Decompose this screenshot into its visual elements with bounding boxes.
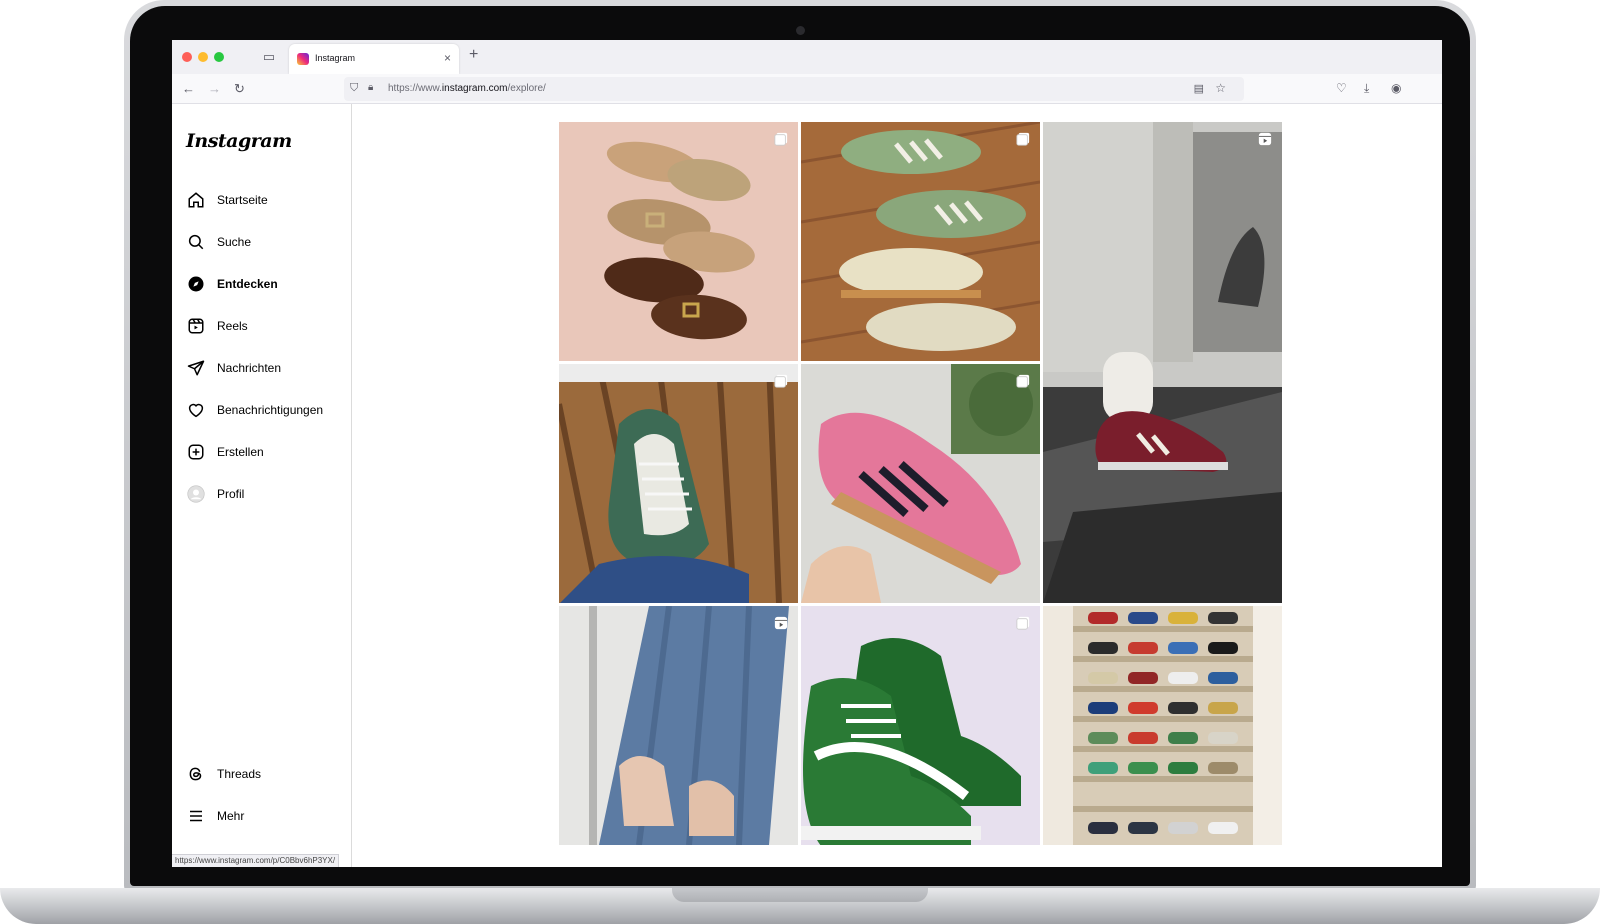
sidebar-item-label: Entdecken (217, 277, 278, 291)
sidebar-item-reels[interactable]: Reels (186, 311, 346, 341)
instagram-logo[interactable]: Instagram (186, 130, 292, 152)
sidebar-item-label: Mehr (217, 809, 245, 823)
reader-view-icon[interactable]: ▤ (1194, 82, 1204, 95)
explore-post[interactable] (559, 606, 798, 845)
carousel-icon (1016, 616, 1030, 630)
explore-post[interactable] (801, 122, 1040, 361)
sidebar-item-label: Startseite (217, 193, 268, 207)
post-image-bench-sneaker (559, 364, 798, 603)
carousel-icon (774, 132, 788, 146)
new-tab-icon[interactable]: + (469, 46, 478, 64)
post-image-jeans (559, 606, 798, 845)
explore-post[interactable] (801, 364, 1040, 603)
sidebar-item-label: Erstellen (217, 445, 264, 459)
sidebar-item-label: Suche (217, 235, 252, 249)
back-icon[interactable]: ← (182, 81, 195, 97)
zoom-window-button[interactable] (214, 52, 224, 62)
url-bar[interactable]: ⛉ 🔒︎ https://www.instagram.com/explore/ … (344, 77, 1244, 101)
sidebar-item-threads[interactable]: Threads (186, 759, 346, 789)
sidebar-item-search[interactable]: Suche (186, 227, 346, 257)
sidebar-item-label: Threads (217, 767, 262, 781)
instagram-page: Instagram Startseite Suche Entdecken Ree… (172, 104, 1442, 867)
status-url: https://www.instagram.com/p/C0Bbv6hP3YX/ (172, 854, 340, 867)
sidebar-item-explore[interactable]: Entdecken (186, 269, 346, 299)
tab-instagram[interactable]: Instagram × (289, 44, 459, 74)
carousel-icon (1016, 374, 1030, 388)
url-text[interactable]: https://www.instagram.com/explore/ (388, 83, 546, 94)
minimize-window-button[interactable] (198, 52, 208, 62)
avatar (186, 484, 206, 504)
post-image-staircase (1043, 606, 1282, 845)
explore-icon (186, 274, 206, 294)
post-image-sneakers-floor (801, 122, 1040, 361)
sidebar: Instagram Startseite Suche Entdecken Ree… (172, 104, 352, 867)
carousel-icon (774, 374, 788, 388)
tab-bar: ▭ Instagram × + (172, 40, 1442, 74)
messages-icon (186, 358, 206, 378)
tab-title: Instagram (315, 53, 356, 63)
download-icon[interactable]: ⤓ (1364, 81, 1369, 96)
sidebar-item-label: Reels (217, 319, 248, 333)
lock-icon[interactable]: 🔒︎ (368, 82, 373, 93)
webcam (796, 26, 805, 35)
shield-icon[interactable]: ⛉ (350, 82, 358, 95)
account-icon[interactable]: ◉ (1391, 81, 1401, 95)
sidebar-item-more[interactable]: Mehr (186, 801, 346, 831)
explore-post[interactable] (801, 606, 1040, 845)
close-window-button[interactable] (182, 52, 192, 62)
carousel-icon (1016, 132, 1030, 146)
threads-icon (186, 764, 206, 784)
explore-post[interactable] (559, 122, 798, 361)
reels-icon (186, 316, 206, 336)
post-image-pink-sneaker (801, 364, 1040, 603)
laptop-notch (672, 888, 928, 902)
create-icon (186, 442, 206, 462)
reel-icon (774, 616, 788, 630)
explore-post[interactable] (1043, 606, 1282, 845)
sidebar-item-messages[interactable]: Nachrichten (186, 353, 346, 383)
tab-list-icon[interactable]: ▭ (260, 48, 278, 66)
home-icon (186, 190, 206, 210)
search-icon (186, 232, 206, 252)
menu-icon (186, 806, 206, 826)
post-image-clogs (559, 122, 798, 361)
sidebar-item-home[interactable]: Startseite (186, 185, 346, 215)
instagram-favicon-icon (297, 53, 309, 65)
close-tab-icon[interactable]: × (444, 51, 451, 65)
nav-bar: ← → ↻ ⛉ 🔒︎ https://www.instagram.com/exp… (172, 74, 1442, 104)
bookmark-star-icon[interactable]: ☆ (1215, 81, 1226, 95)
reload-icon[interactable]: ↻ (234, 81, 245, 97)
heart-icon (186, 400, 206, 420)
pocket-icon[interactable]: ♡ (1336, 81, 1347, 95)
post-image-green-hightops (801, 606, 1040, 845)
screen: ▭ Instagram × + ← → ↻ ⛉ 🔒︎ https://www.i… (172, 40, 1442, 867)
sidebar-item-label: Profil (217, 487, 245, 501)
sidebar-item-notifications[interactable]: Benachrichtigungen (186, 395, 346, 425)
forward-icon[interactable]: → (208, 81, 221, 97)
post-image-burgundy-sneaker (1043, 122, 1282, 603)
reel-icon (1258, 132, 1272, 146)
sidebar-item-profile[interactable]: Profil (186, 479, 346, 509)
sidebar-item-create[interactable]: Erstellen (186, 437, 346, 467)
explore-post[interactable] (1043, 122, 1282, 603)
sidebar-item-label: Nachrichten (217, 361, 282, 375)
sidebar-item-label: Benachrichtigungen (217, 403, 324, 417)
explore-post[interactable] (559, 364, 798, 603)
